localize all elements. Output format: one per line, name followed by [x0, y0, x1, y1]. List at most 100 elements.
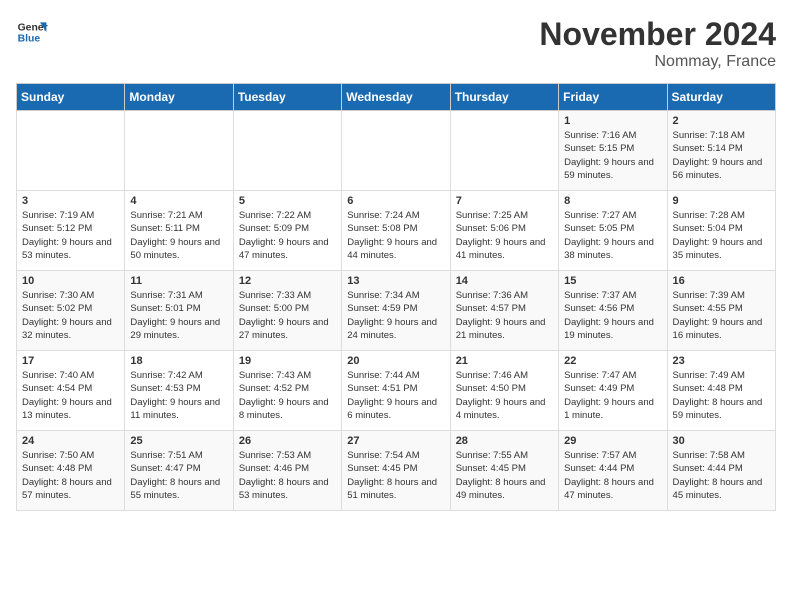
logo: General Blue [16, 16, 48, 48]
calendar-cell [233, 111, 341, 191]
cell-info: Sunrise: 7:51 AMSunset: 4:47 PMDaylight:… [130, 449, 227, 502]
cell-info: Sunrise: 7:31 AMSunset: 5:01 PMDaylight:… [130, 289, 227, 342]
day-number: 12 [239, 275, 336, 287]
cell-info: Sunrise: 7:50 AMSunset: 4:48 PMDaylight:… [22, 449, 119, 502]
day-number: 25 [130, 435, 227, 447]
cell-info: Sunrise: 7:43 AMSunset: 4:52 PMDaylight:… [239, 369, 336, 422]
logo-icon: General Blue [16, 16, 48, 48]
cell-info: Sunrise: 7:34 AMSunset: 4:59 PMDaylight:… [347, 289, 444, 342]
calendar-cell: 10Sunrise: 7:30 AMSunset: 5:02 PMDayligh… [17, 271, 125, 351]
calendar-cell: 26Sunrise: 7:53 AMSunset: 4:46 PMDayligh… [233, 431, 341, 511]
location: Nommay, France [539, 53, 776, 71]
day-of-week-header: Saturday [667, 84, 775, 111]
svg-text:Blue: Blue [18, 34, 41, 45]
day-number: 7 [456, 195, 553, 207]
cell-info: Sunrise: 7:36 AMSunset: 4:57 PMDaylight:… [456, 289, 553, 342]
day-number: 4 [130, 195, 227, 207]
calendar-week-row: 10Sunrise: 7:30 AMSunset: 5:02 PMDayligh… [17, 271, 776, 351]
calendar-cell: 17 Sunrise: 7:40 AMSunset: 4:54 PMDayligh… [17, 351, 125, 431]
calendar-cell [17, 111, 125, 191]
cell-info: Sunrise: 7:55 AMSunset: 4:45 PMDaylight:… [456, 449, 553, 502]
calendar-cell: 1 Sunrise: 7:16 AMSunset: 5:15 PMDaylight… [559, 111, 667, 191]
cell-info: Sunrise: 7:27 AMSunset: 5:05 PMDaylight:… [564, 209, 661, 262]
calendar-cell: 21 Sunrise: 7:46 AMSunset: 4:50 PMDayligh… [450, 351, 558, 431]
calendar-cell: 16 Sunrise: 7:39 AMSunset: 4:55 PMDayligh… [667, 271, 775, 351]
day-number: 18 [130, 355, 227, 367]
calendar-week-row: 1 Sunrise: 7:16 AMSunset: 5:15 PMDaylight… [17, 111, 776, 191]
cell-info: Sunrise: 7:37 AMSunset: 4:56 PMDaylight:… [564, 289, 661, 342]
calendar-cell: 25 Sunrise: 7:51 AMSunset: 4:47 PMDayligh… [125, 431, 233, 511]
day-number: 15 [564, 275, 661, 287]
cell-info: Sunrise: 7:21 AMSunset: 5:11 PMDaylight:… [130, 209, 227, 262]
cell-info: Sunrise: 7:22 AMSunset: 5:09 PMDaylight:… [239, 209, 336, 262]
cell-info: Sunrise: 7:42 AMSunset: 4:53 PMDaylight:… [130, 369, 227, 422]
cell-info: Sunrise: 7:40 AMSunset: 4:54 PMDaylight:… [22, 369, 119, 422]
day-number: 28 [456, 435, 553, 447]
calendar-cell: 14 Sunrise: 7:36 AMSunset: 4:57 PMDayligh… [450, 271, 558, 351]
day-number: 21 [456, 355, 553, 367]
calendar-table: SundayMondayTuesdayWednesdayThursdayFrid… [16, 83, 776, 511]
calendar-cell: 20 Sunrise: 7:44 AMSunset: 4:51 PMDayligh… [342, 351, 450, 431]
calendar-cell: 2 Sunrise: 7:18 AMSunset: 5:14 PMDaylight… [667, 111, 775, 191]
calendar-cell: 12 Sunrise: 7:33 AMSunset: 5:00 PMDayligh… [233, 271, 341, 351]
calendar-cell: 8 Sunrise: 7:27 AMSunset: 5:05 PMDaylight… [559, 191, 667, 271]
cell-info: Sunrise: 7:24 AMSunset: 5:08 PMDaylight:… [347, 209, 444, 262]
day-number: 26 [239, 435, 336, 447]
cell-info: Sunrise: 7:39 AMSunset: 4:55 PMDaylight:… [673, 289, 770, 342]
day-number: 8 [564, 195, 661, 207]
day-number: 2 [673, 115, 770, 127]
calendar-cell: 13 Sunrise: 7:34 AMSunset: 4:59 PMDayligh… [342, 271, 450, 351]
day-number: 22 [564, 355, 661, 367]
cell-info: Sunrise: 7:46 AMSunset: 4:50 PMDaylight:… [456, 369, 553, 422]
calendar-cell: 18 Sunrise: 7:42 AMSunset: 4:53 PMDayligh… [125, 351, 233, 431]
day-number: 14 [456, 275, 553, 287]
day-of-week-header: Monday [125, 84, 233, 111]
cell-info: Sunrise: 7:16 AMSunset: 5:15 PMDaylight:… [564, 129, 661, 182]
month-title: November 2024 [539, 16, 776, 53]
day-number: 19 [239, 355, 336, 367]
calendar-cell: 22 Sunrise: 7:47 AMSunset: 4:49 PMDayligh… [559, 351, 667, 431]
calendar-cell: 23Sunrise: 7:49 AMSunset: 4:48 PMDayligh… [667, 351, 775, 431]
calendar-cell [342, 111, 450, 191]
calendar-week-row: 3Sunrise: 7:19 AMSunset: 5:12 PMDaylight… [17, 191, 776, 271]
cell-info: Sunrise: 7:28 AMSunset: 5:04 PMDaylight:… [673, 209, 770, 262]
day-number: 17 [22, 355, 119, 367]
day-of-week-header: Friday [559, 84, 667, 111]
day-of-week-header: Tuesday [233, 84, 341, 111]
header: General Blue November 2024 Nommay, Franc… [16, 16, 776, 71]
calendar-header-row: SundayMondayTuesdayWednesdayThursdayFrid… [17, 84, 776, 111]
title-area: November 2024 Nommay, France [539, 16, 776, 71]
calendar-cell [125, 111, 233, 191]
cell-info: Sunrise: 7:30 AMSunset: 5:02 PMDaylight:… [22, 289, 119, 342]
day-number: 5 [239, 195, 336, 207]
cell-info: Sunrise: 7:25 AMSunset: 5:06 PMDaylight:… [456, 209, 553, 262]
calendar-cell: 6 Sunrise: 7:24 AMSunset: 5:08 PMDaylight… [342, 191, 450, 271]
day-number: 13 [347, 275, 444, 287]
calendar-cell: 19 Sunrise: 7:43 AMSunset: 4:52 PMDayligh… [233, 351, 341, 431]
calendar-week-row: 24 Sunrise: 7:50 AMSunset: 4:48 PMDayligh… [17, 431, 776, 511]
calendar-cell: 7 Sunrise: 7:25 AMSunset: 5:06 PMDaylight… [450, 191, 558, 271]
day-number: 6 [347, 195, 444, 207]
calendar-cell: 29Sunrise: 7:57 AMSunset: 4:44 PMDayligh… [559, 431, 667, 511]
day-number: 23 [673, 355, 770, 367]
cell-info: Sunrise: 7:33 AMSunset: 5:00 PMDaylight:… [239, 289, 336, 342]
calendar-cell: 3Sunrise: 7:19 AMSunset: 5:12 PMDaylight… [17, 191, 125, 271]
calendar-cell: 11Sunrise: 7:31 AMSunset: 5:01 PMDayligh… [125, 271, 233, 351]
calendar-body: 1 Sunrise: 7:16 AMSunset: 5:15 PMDaylight… [17, 111, 776, 511]
day-number: 16 [673, 275, 770, 287]
day-number: 1 [564, 115, 661, 127]
calendar-cell: 15 Sunrise: 7:37 AMSunset: 4:56 PMDayligh… [559, 271, 667, 351]
cell-info: Sunrise: 7:44 AMSunset: 4:51 PMDaylight:… [347, 369, 444, 422]
day-number: 29 [564, 435, 661, 447]
calendar-cell: 4 Sunrise: 7:21 AMSunset: 5:11 PMDaylight… [125, 191, 233, 271]
calendar-week-row: 17 Sunrise: 7:40 AMSunset: 4:54 PMDayligh… [17, 351, 776, 431]
day-of-week-header: Thursday [450, 84, 558, 111]
day-of-week-header: Wednesday [342, 84, 450, 111]
cell-info: Sunrise: 7:47 AMSunset: 4:49 PMDaylight:… [564, 369, 661, 422]
day-number: 24 [22, 435, 119, 447]
cell-info: Sunrise: 7:18 AMSunset: 5:14 PMDaylight:… [673, 129, 770, 182]
calendar-cell: 27Sunrise: 7:54 AMSunset: 4:45 PMDayligh… [342, 431, 450, 511]
calendar-cell: 28 Sunrise: 7:55 AMSunset: 4:45 PMDayligh… [450, 431, 558, 511]
day-number: 20 [347, 355, 444, 367]
cell-info: Sunrise: 7:19 AMSunset: 5:12 PMDaylight:… [22, 209, 119, 262]
